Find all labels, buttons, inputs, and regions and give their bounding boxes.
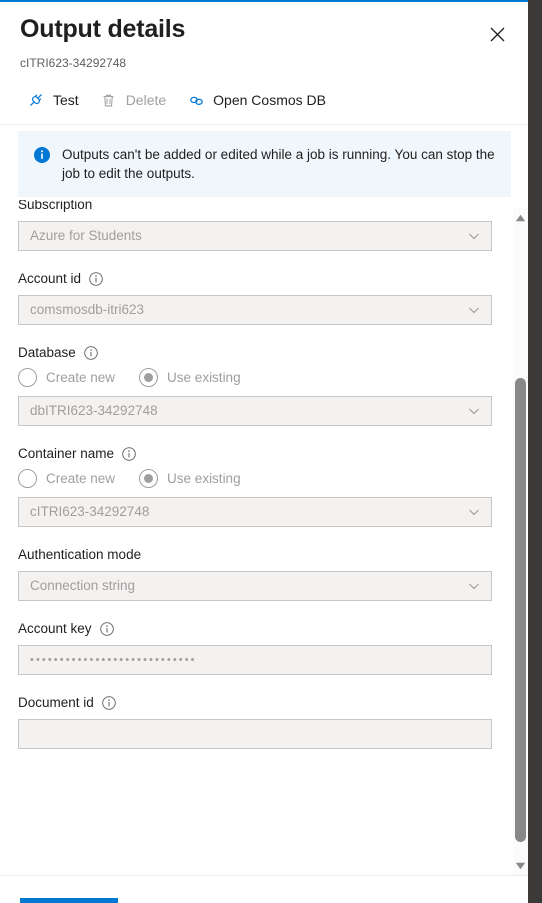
field-account-id: Account id comsmosdb-itri623	[18, 270, 515, 325]
container-name-radio-use-existing[interactable]: Use existing	[139, 469, 241, 488]
open-cosmos-db-label: Open Cosmos DB	[213, 92, 326, 108]
container-name-label: Container name	[18, 446, 115, 461]
info-icon[interactable]	[99, 622, 114, 636]
database-radio-create-new[interactable]: Create new	[18, 368, 115, 387]
field-subscription: Subscription Azure for Students	[18, 200, 515, 251]
title-row: Output details	[0, 2, 529, 52]
chevron-down-icon	[467, 229, 481, 243]
database-label: Database	[18, 345, 76, 360]
radio-checked-icon	[139, 469, 159, 488]
container-name-label-row: Container name	[18, 445, 515, 463]
test-button[interactable]: Test	[24, 84, 87, 116]
blade-footer: Save	[20, 898, 500, 903]
triangle-down-icon[interactable]	[513, 858, 528, 873]
trash-icon	[99, 90, 119, 110]
save-button[interactable]: Save	[20, 898, 118, 903]
info-icon[interactable]	[84, 346, 98, 360]
authentication-mode-label: Authentication mode	[18, 547, 142, 562]
delete-button-label: Delete	[125, 92, 167, 108]
account-key-label: Account key	[18, 621, 92, 636]
blade-subtitle: cITRI623-34292748	[20, 56, 127, 70]
container-name-dropdown[interactable]: cITRI623-34292748	[18, 497, 492, 527]
info-icon[interactable]	[122, 447, 136, 461]
info-banner: Outputs can't be added or edited while a…	[18, 131, 511, 197]
database-dropdown[interactable]: dbITRI623-34292748	[18, 396, 492, 426]
database-radio-create-new-label: Create new	[46, 369, 116, 385]
form-scroll-region: Subscription Azure for Students Account …	[0, 200, 515, 875]
scrollbar-thumb[interactable]	[515, 378, 526, 842]
subscription-label: Subscription	[18, 200, 93, 212]
field-document-id: Document id	[18, 694, 515, 749]
field-container-name: Container name Create new Use existing c…	[18, 445, 515, 527]
database-radio-use-existing-label: Use existing	[167, 369, 241, 385]
document-id-label: Document id	[18, 695, 94, 710]
form-scrollbar[interactable]	[513, 208, 528, 875]
form-content: Subscription Azure for Students Account …	[0, 200, 515, 749]
test-button-label: Test	[53, 92, 79, 108]
radio-unchecked-icon	[18, 469, 37, 488]
document-id-input[interactable]	[18, 719, 492, 749]
chevron-down-icon	[467, 579, 481, 593]
page-title: Output details	[20, 15, 186, 43]
account-key-value: ••••••••••••••••••••••••••••	[30, 654, 197, 666]
output-details-blade: Output details cITRI623-34292748 Test De…	[0, 0, 542, 903]
info-icon[interactable]	[89, 272, 103, 286]
container-name-radio-create-new[interactable]: Create new	[18, 469, 115, 488]
plug-icon	[26, 90, 46, 110]
database-radio-use-existing[interactable]: Use existing	[139, 368, 241, 387]
account-id-dropdown[interactable]: comsmosdb-itri623	[18, 295, 492, 325]
blade-header: Output details cITRI623-34292748 Test De…	[0, 2, 529, 115]
open-cosmos-db-button[interactable]: Open Cosmos DB	[184, 84, 334, 116]
account-key-input[interactable]: ••••••••••••••••••••••••••••	[18, 645, 492, 675]
field-database: Database Create new Use existing dbITRI6…	[18, 344, 515, 426]
triangle-up-icon[interactable]	[513, 210, 528, 225]
container-name-radio-use-existing-label: Use existing	[167, 470, 241, 486]
account-id-label-row: Account id	[18, 270, 515, 288]
command-bar-divider	[0, 124, 529, 125]
authentication-mode-dropdown[interactable]: Connection string	[18, 571, 492, 601]
chevron-down-icon	[467, 404, 481, 418]
account-id-label: Account id	[18, 271, 82, 286]
command-bar: Test Delete Open Cosmos DB	[0, 71, 529, 115]
field-account-key: Account key ••••••••••••••••••••••••••••	[18, 620, 515, 675]
authentication-mode-label-row: Authentication mode	[18, 546, 515, 564]
chevron-down-icon	[467, 303, 481, 317]
radio-checked-icon	[139, 368, 159, 387]
database-value: dbITRI623-34292748	[30, 403, 158, 418]
info-icon[interactable]	[102, 696, 116, 710]
chevron-down-icon	[467, 505, 481, 519]
footer-divider	[0, 875, 529, 876]
info-icon	[34, 147, 50, 163]
subscription-value: Azure for Students	[30, 228, 142, 243]
database-label-row: Database	[18, 344, 515, 362]
link-icon	[186, 90, 206, 110]
authentication-mode-value: Connection string	[30, 578, 136, 593]
document-id-label-row: Document id	[18, 694, 515, 712]
container-name-radio-group: Create new Use existing	[18, 469, 515, 488]
field-authentication-mode: Authentication mode Connection string	[18, 546, 515, 601]
database-radio-group: Create new Use existing	[18, 368, 515, 387]
info-banner-text: Outputs can't be added or edited while a…	[62, 147, 495, 181]
radio-unchecked-icon	[18, 368, 37, 387]
account-id-value: comsmosdb-itri623	[30, 302, 145, 317]
subscription-label-row: Subscription	[18, 200, 515, 214]
subscription-dropdown[interactable]: Azure for Students	[18, 221, 492, 251]
container-name-value: cITRI623-34292748	[30, 504, 150, 519]
window-frame-edge	[528, 0, 542, 903]
delete-button[interactable]: Delete	[97, 84, 174, 116]
account-key-label-row: Account key	[18, 620, 515, 638]
container-name-radio-create-new-label: Create new	[46, 470, 116, 486]
close-icon[interactable]	[479, 16, 515, 52]
